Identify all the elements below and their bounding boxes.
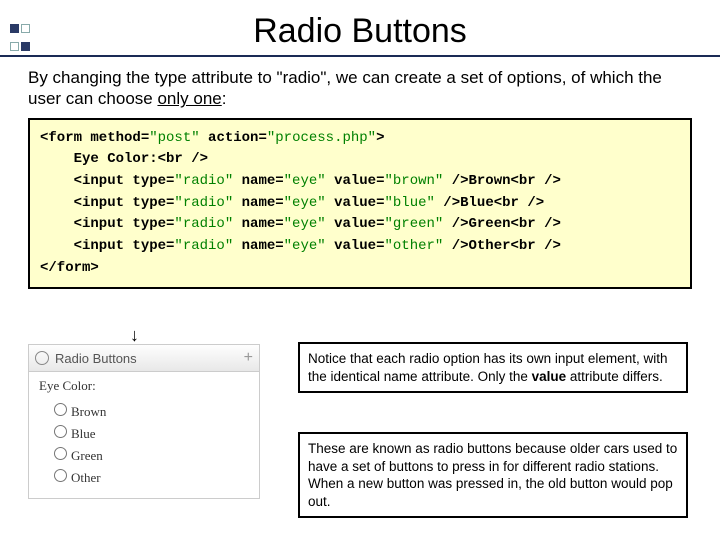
radio-blue[interactable] <box>54 425 67 438</box>
intro-text: By changing the type attribute to "radio… <box>28 67 692 110</box>
option-label: Other <box>71 470 101 485</box>
slide-decoration <box>10 20 32 56</box>
radio-other[interactable] <box>54 469 67 482</box>
option-label: Green <box>71 448 103 463</box>
demo-header: Radio Buttons + <box>29 345 259 372</box>
option-label: Brown <box>71 404 106 419</box>
arrow-down-icon: ↓ <box>130 325 139 346</box>
option-label: Blue <box>71 426 96 441</box>
radio-icon <box>35 351 49 365</box>
demo-panel: Radio Buttons + Eye Color: Brown Blue Gr… <box>28 344 260 499</box>
intro-part1: By changing the type attribute to "radio… <box>28 68 662 108</box>
note-box-1: Notice that each radio option has its ow… <box>298 342 688 393</box>
plus-icon: + <box>244 349 253 367</box>
radio-option: Blue <box>49 422 249 442</box>
demo-body: Eye Color: Brown Blue Green Other <box>29 372 259 498</box>
demo-header-title: Radio Buttons <box>55 351 137 366</box>
page-title: Radio Buttons <box>0 12 720 51</box>
radio-brown[interactable] <box>54 403 67 416</box>
note-box-2: These are known as radio buttons because… <box>298 432 688 518</box>
intro-underline: only one <box>157 89 221 108</box>
radio-option: Other <box>49 466 249 486</box>
intro-part2: : <box>222 89 227 108</box>
radio-option: Green <box>49 444 249 464</box>
code-example: <form method="post" action="process.php"… <box>28 118 692 290</box>
radio-green[interactable] <box>54 447 67 460</box>
title-rule <box>0 55 720 57</box>
note1-bold: value <box>532 369 567 384</box>
note1-part2: attribute differs. <box>566 369 663 384</box>
demo-label: Eye Color: <box>39 378 249 394</box>
radio-option: Brown <box>49 400 249 420</box>
